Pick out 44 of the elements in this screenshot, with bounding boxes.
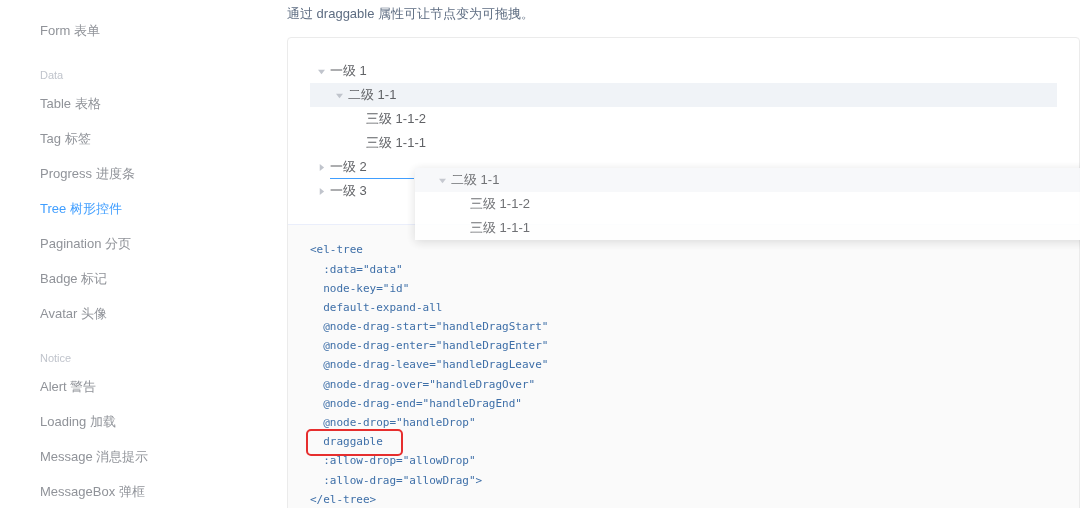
sidebar-item[interactable]: MessageBox 弹框 [40,483,270,508]
code-line: @node-drag-leave="handleDragLeave" [322,357,549,374]
code-line: :data="data" [322,261,403,278]
code-line: @node-drag-over="handleDragOver" [322,376,536,393]
sidebar-item[interactable]: Loading 加载 [40,413,270,448]
sidebar-item[interactable]: Message 消息提示 [40,448,270,483]
sidebar-item[interactable]: Tag 标签 [40,130,270,165]
code-line: @node-drag-end="handleDragEnd" [322,395,522,412]
code-line: @node-drag-enter="handleDragEnter" [322,338,549,355]
caret-icon[interactable] [318,67,325,75]
code-line: node-key="id" [322,280,410,297]
code-line: @node-drop="handleDrop" [322,415,476,432]
sidebar-item[interactable]: Tree 树形控件 [40,200,270,235]
sidebar-group-title: Data [40,68,65,83]
code-line: default-expand-all [322,299,443,316]
sidebar-group-title: Notice [40,351,73,366]
tree-node-label[interactable]: 一级 3 [330,181,367,201]
sidebar-item[interactable]: Avatar 头像 [40,305,270,340]
code-line: draggable [308,431,401,454]
caret-icon[interactable] [318,187,325,195]
tree-node-label: 三级 1-1-2 [470,195,530,214]
tree-node-label[interactable]: 一级 1 [330,61,367,81]
sidebar-item[interactable]: Alert 警告 [40,378,270,413]
caret-icon[interactable] [336,91,343,99]
sidebar-item[interactable]: Progress 进度条 [40,165,270,200]
tree-node-label[interactable]: 三级 1-1-2 [366,109,426,129]
tree-node-label: 二级 1-1 [451,171,500,190]
sidebar-item[interactable]: Pagination 分页 [40,235,270,270]
sidebar-item[interactable]: Form 表单 [40,22,270,57]
tree-node-label[interactable]: 三级 1-1-1 [366,133,426,153]
tree-node-label: 三级 1-1-1 [470,219,530,238]
tree-node-label[interactable]: 一级 2 [330,157,367,177]
tree-node-label[interactable]: 二级 1-1 [348,85,397,105]
caret-icon[interactable] [318,163,325,171]
sidebar-item[interactable]: Table 表格 [40,95,270,130]
caret-icon[interactable] [439,176,446,184]
tree-node[interactable]: 二级 1-1 [310,83,1057,107]
code-line: </el-tree> [310,491,377,508]
sidebar-item[interactable]: Badge 标记 [40,270,270,305]
code-line: :allow-drop="allowDrop" [322,453,476,470]
code-line: :allow-drag="allowDrag"> [322,472,483,489]
code-line: @node-drag-start="handleDragStart" [322,319,549,336]
code-line: <el-tree [310,242,363,259]
description-text: 通过 draggable 属性可让节点变为可拖拽。 [287,5,536,23]
